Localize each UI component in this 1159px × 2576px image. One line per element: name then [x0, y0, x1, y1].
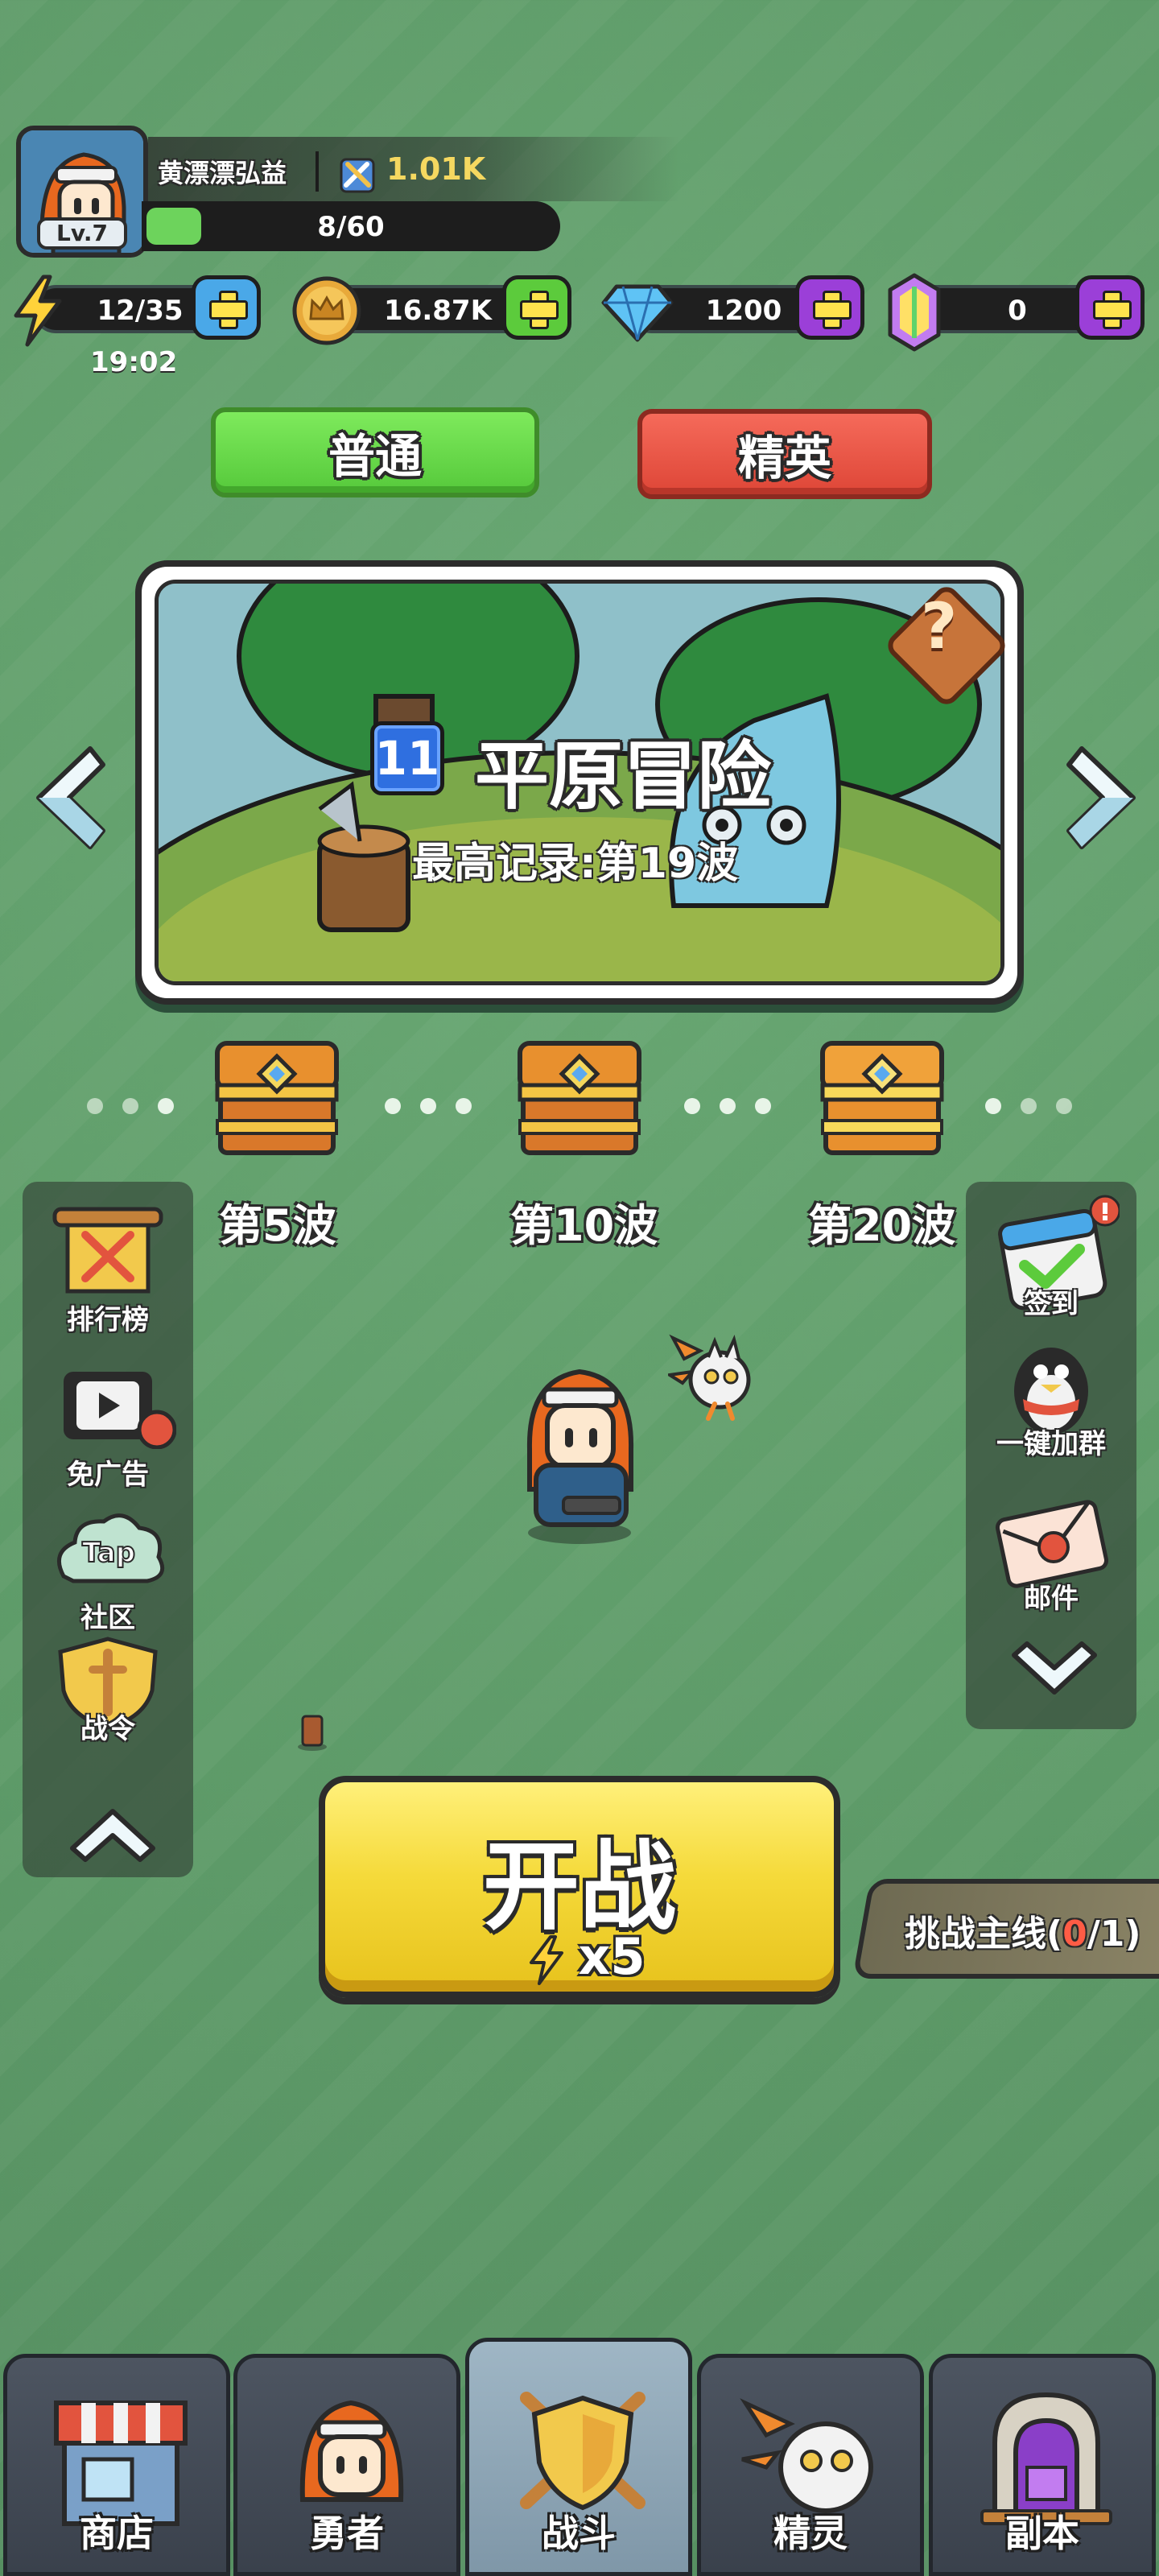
energy-cost: x5: [578, 1927, 645, 1986]
challenge-current: 0: [1062, 1913, 1087, 1955]
sign-in-button[interactable]: 签到: [971, 1193, 1132, 1321]
community-logo-text: Tap: [82, 1537, 135, 1569]
lightning-icon: [14, 275, 62, 347]
combat-power: 1.01K: [386, 151, 486, 187]
wave-label: 第10波: [510, 1200, 658, 1251]
stage-best-record: 最高记录:第19波: [412, 840, 739, 888]
rainbow-gem-icon: [888, 273, 941, 352]
exp-text: 8/60: [317, 211, 385, 243]
progress-dot: [87, 1098, 103, 1114]
plus-icon: [520, 291, 559, 329]
add-gem-button[interactable]: [1075, 275, 1145, 340]
gold-crown-coin-icon: [292, 276, 361, 345]
name-divider: [316, 151, 319, 192]
join-group-button[interactable]: 一键加群: [971, 1340, 1132, 1461]
progress-dot: [420, 1098, 436, 1114]
tree-stump-decoration: [298, 1715, 327, 1751]
player-level: Lv.7: [37, 217, 127, 250]
challenge-suffix: /1): [1087, 1913, 1141, 1955]
gem-value: 0: [1008, 295, 1027, 327]
progress-dot: [1021, 1098, 1037, 1114]
player-avatar[interactable]: Lv.7: [16, 126, 148, 258]
normal-mode-button[interactable]: 普通: [211, 407, 539, 497]
battle-pass-button[interactable]: 战令: [27, 1634, 188, 1746]
wave-label: 第5波: [219, 1200, 336, 1251]
chevron-right-icon: [1066, 746, 1136, 849]
question-icon: ?: [921, 591, 958, 663]
exp-bar: 8/60: [142, 201, 560, 251]
tab-battle-label: 战斗: [542, 2512, 616, 2555]
plus-icon: [209, 291, 248, 329]
tab-shop[interactable]: 商店: [3, 2354, 230, 2576]
reward-chest-wave-5[interactable]: [211, 1037, 343, 1158]
stage-number: 11: [370, 721, 444, 795]
collapse-left-menu-button[interactable]: [64, 1800, 161, 1868]
add-energy-button[interactable]: [192, 275, 261, 340]
diamond-icon: [601, 284, 674, 342]
community-button[interactable]: Tap 社区: [27, 1504, 188, 1635]
stage-title: 平原冒险: [475, 733, 772, 819]
reward-chest-wave-20[interactable]: [816, 1037, 948, 1158]
challenge-mainline-label: 挑战主线(0/1): [905, 1905, 1141, 1956]
next-stage-button[interactable]: [1062, 737, 1148, 858]
plus-icon: [1093, 291, 1132, 329]
challenge-prefix: 挑战主线(: [905, 1913, 1063, 1955]
wave-label: 第20波: [808, 1200, 956, 1251]
tab-dungeon-label: 副本: [1005, 2512, 1079, 2555]
tab-spirit[interactable]: 精灵: [697, 2354, 924, 2576]
progress-dot: [1056, 1098, 1072, 1114]
progress-dot: [720, 1098, 736, 1114]
reward-chest-wave-10[interactable]: [514, 1037, 645, 1158]
power-swords-icon: [340, 158, 375, 193]
tab-shop-label: 商店: [80, 2512, 154, 2555]
community-label: 社区: [80, 1602, 135, 1634]
spirit-pet-character: [668, 1334, 751, 1421]
progress-dot: [456, 1098, 472, 1114]
rankings-button[interactable]: 排行榜: [27, 1206, 188, 1337]
mail-button[interactable]: 邮件: [971, 1494, 1132, 1616]
progress-dot: [385, 1098, 401, 1114]
tab-hero-label: 勇者: [310, 2512, 384, 2555]
prev-stage-button[interactable]: [24, 737, 109, 858]
diamond-value: 1200: [705, 295, 782, 327]
chevron-down-icon: [1012, 1641, 1097, 1695]
tab-spirit-label: 精灵: [773, 2512, 848, 2555]
progress-dot: [985, 1098, 1001, 1114]
rankings-label: 排行榜: [67, 1304, 149, 1336]
energy-timer: 19:02: [90, 346, 178, 378]
hero-character: [526, 1368, 634, 1544]
progress-dot: [755, 1098, 771, 1114]
tab-hero[interactable]: 勇者: [233, 2354, 460, 2576]
no-ads-button[interactable]: 免广告: [27, 1360, 188, 1492]
tab-battle[interactable]: 战斗: [465, 2338, 692, 2576]
trophy-banner-icon: [52, 1207, 163, 1294]
energy-value: 12/35: [97, 295, 184, 327]
bottom-navigation: 商店 勇者 战斗 精灵 副本: [0, 2338, 1159, 2576]
taptap-cloud-icon: Tap: [56, 1513, 165, 1583]
player-name: 黄漂漂弘益: [158, 158, 287, 188]
tab-dungeon[interactable]: 副本: [929, 2354, 1156, 2576]
add-diamond-button[interactable]: [795, 275, 864, 340]
chevron-left-icon: [36, 746, 105, 849]
progress-dot: [122, 1098, 138, 1114]
gold-value: 16.87K: [384, 295, 492, 327]
start-battle-button[interactable]: 开战 x5: [319, 1776, 840, 1998]
elite-mode-button[interactable]: 精英: [637, 409, 932, 499]
plus-icon: [813, 291, 852, 329]
collapse-right-menu-button[interactable]: [1006, 1639, 1103, 1707]
progress-dot: [158, 1098, 174, 1114]
chevron-up-icon: [70, 1809, 155, 1862]
film-no-ads-icon: [64, 1372, 177, 1450]
add-gold-button[interactable]: [502, 275, 571, 340]
no-ads-label: 免广告: [67, 1459, 149, 1491]
progress-dot: [684, 1098, 700, 1114]
